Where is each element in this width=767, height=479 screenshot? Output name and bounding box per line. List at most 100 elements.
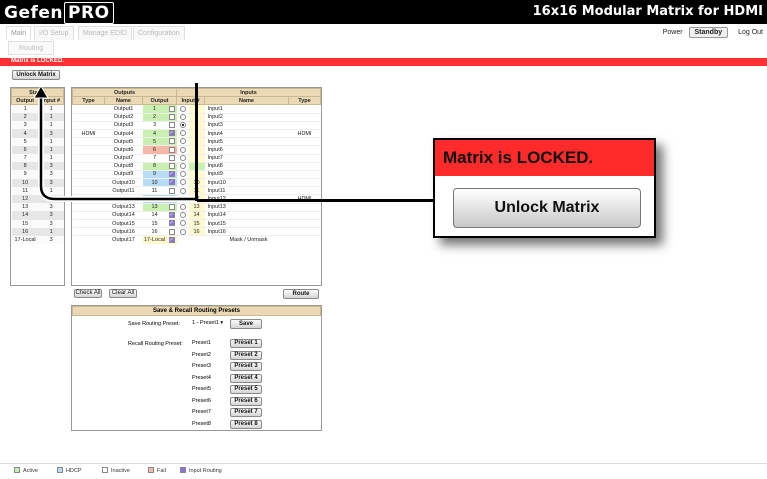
input-type-cell [289,179,321,187]
status-row: 14 3 [11,211,64,220]
output-number-cell: 14 [142,211,167,220]
output-checkbox[interactable]: ✓ [168,212,175,219]
inputs-column-header: Name [204,96,289,106]
unlock-matrix-button[interactable]: Unlock Matrix [12,70,60,80]
callout-locked-banner: Matrix is LOCKED. [435,140,654,176]
output-checkbox[interactable] [168,228,175,235]
input-radio-cell [177,203,189,211]
status-input-cell: 3 [49,212,53,219]
presets-title: Save & Recall Routing Presets [72,306,321,316]
routing-row: Output17 17-Local ✓ Mask / Unmask [72,235,321,245]
legend-label: HDCP [66,468,82,474]
clear-all-button[interactable]: Clear All [109,289,137,298]
input-name-cell: Input11 [207,187,226,194]
legend-swatch [102,467,108,473]
top-header-bar: Gefen PRO 16x16 Modular Matrix for HDMI [0,0,767,24]
output-checkbox[interactable]: ✓ [168,220,175,227]
status-output-cell: 15 [22,220,29,227]
save-preset-label: Save Routing Preset: [128,321,180,327]
output-type-cell [73,236,105,244]
tab-main[interactable]: Main [6,26,32,40]
subtab-routing[interactable]: Routing [8,41,55,55]
preset-name: Preset5 [192,386,211,392]
status-input-cell: 1 [49,228,53,235]
output-checkbox-cell: ✓ [166,235,177,245]
save-preset-select[interactable]: 1 - Preset1 ▾ [192,320,223,326]
output-checkbox[interactable]: ✓ [168,236,175,243]
input-name-cell: Input4 [207,130,223,137]
status-row: 15 3 [11,219,64,228]
status-row: 13 3 [11,203,64,212]
input-name-cell: Input3 [207,122,223,129]
legend-swatch [14,467,20,473]
input-type-cell [289,211,321,219]
gefen-pro-logo: Gefen PRO [4,2,114,24]
input-number-cell: 13 [188,203,205,212]
output-number-cell: 16 [142,227,167,236]
recall-preset-button[interactable]: Preset 1 [230,339,262,348]
mask-unmask-cell[interactable]: Mask / Unmask [177,236,321,244]
output-checkbox-cell: ✓ [166,211,177,220]
recall-preset-button[interactable]: Preset 8 [230,419,262,429]
input-radio[interactable] [179,220,186,227]
standby-button[interactable]: Standby [688,27,729,38]
tab-manage-edid[interactable]: Manage EDID [78,26,132,40]
callout-locked-message: Matrix is LOCKED. [443,148,594,167]
input-name-cell: Input6 [207,146,223,153]
output-name-cell: Output14 [112,212,135,219]
input-type-cell [289,113,321,121]
input-name-cell: Input9 [207,171,223,178]
input-name-cell: Input14 [207,212,226,219]
routing-row: Output15 15 ✓ 15 Input15 [72,219,321,228]
callout-arrow-horizontal [197,199,435,202]
callout-unlock-button[interactable]: Unlock Matrix [453,188,641,228]
check-all-button[interactable]: Check All [74,289,102,298]
input-name-cell: Input1 [207,105,223,112]
input-number-cell: 15 [188,219,205,228]
preset-name: Preset4 [192,374,211,381]
legend-label: Active [23,468,38,474]
recall-preset-button[interactable]: Preset 3 [230,362,262,371]
legend: Active HDCP Inactive Fail Input Routing [0,463,767,479]
save-preset-button[interactable]: Save [230,319,262,329]
save-preset-select-value: 1 - Preset1 [192,320,219,326]
input-type-cell [289,146,321,154]
input-name-cell: Input13 [207,204,226,211]
input-radio[interactable] [179,203,186,210]
routing-row: Output16 16 16 Input16 [72,227,321,236]
input-name-cell: Input8 [207,163,223,170]
input-radio-cell [177,228,189,236]
input-type-cell [289,220,321,228]
recall-preset-button[interactable]: Preset 5 [230,385,262,394]
output-type-cell [73,220,105,228]
input-type-cell [289,187,321,195]
presets-panel: Save & Recall Routing Presets Save Routi… [71,305,322,431]
legend-swatch [148,467,154,473]
route-button[interactable]: Route [283,289,319,299]
recall-preset-button[interactable]: Preset 4 [230,373,262,383]
input-radio[interactable] [179,212,186,219]
output-checkbox[interactable] [168,203,175,210]
input-type-cell [289,138,321,146]
logout-link[interactable]: Log Out [738,29,763,36]
input-type-cell: HDMI [297,130,312,137]
input-radio-cell [177,211,189,219]
recall-preset-button[interactable]: Preset 7 [230,408,262,417]
tab-io-setup[interactable]: I/O Setup [34,26,74,40]
input-type-cell [289,170,321,178]
input-name-cell: Input7 [207,155,223,162]
preset-name: Preset3 [192,363,211,369]
tab-configuration[interactable]: Configuration [133,26,185,40]
input-radio[interactable] [179,228,186,235]
output-number-cell: 13 [142,203,167,212]
input-type-cell [289,203,321,211]
zoom-callout: Matrix is LOCKED. Unlock Matrix [433,138,656,238]
input-radio-cell [177,220,189,228]
input-number-cell: 16 [188,227,205,236]
recall-preset-button[interactable]: Preset 2 [230,350,262,360]
locked-banner: Matrix is LOCKED. [0,58,767,66]
status-output-cell: 17-Local [14,236,36,243]
recall-preset-button[interactable]: Preset 6 [230,396,262,406]
output-checkbox-cell: ✓ [166,219,177,228]
chevron-down-icon: ▾ [218,320,224,326]
